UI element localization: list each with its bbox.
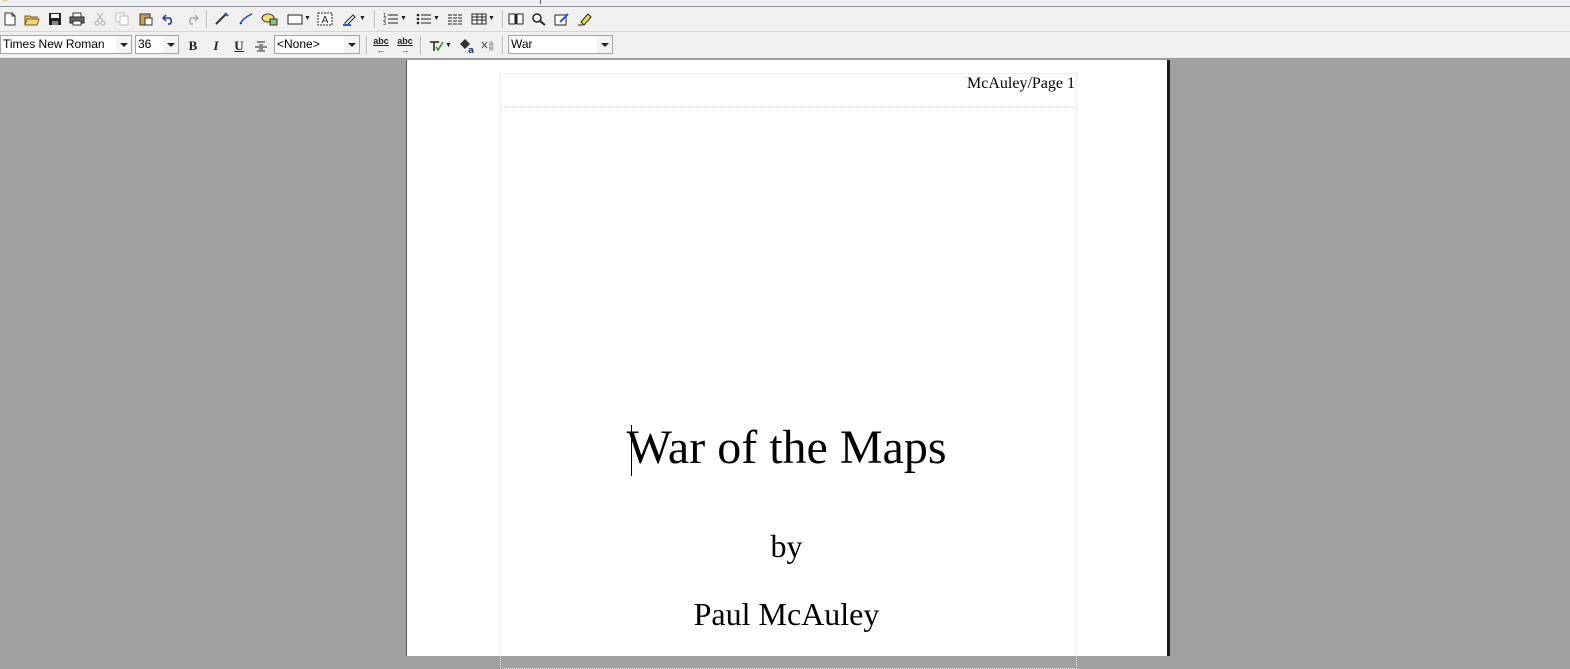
arrow-right-icon: → (400, 45, 410, 55)
title-bar-mark (540, 0, 541, 4)
open-folder-icon[interactable] (23, 9, 41, 29)
chevron-down-icon[interactable] (116, 36, 131, 53)
strikethrough-icon[interactable] (252, 36, 270, 56)
cut-icon[interactable] (92, 9, 108, 29)
font-size-select[interactable]: 36 (135, 35, 179, 54)
arrow-left-icon: ← (376, 45, 386, 55)
svg-text:a: a (468, 46, 474, 54)
page-header[interactable]: McAuley/Page 1 (900, 75, 1075, 93)
paste-icon[interactable] (137, 9, 154, 29)
toolbar-separator (502, 10, 504, 28)
chevron-down-icon[interactable] (163, 36, 178, 53)
chevron-down-icon[interactable] (344, 36, 359, 53)
spell-check-prev-button[interactable]: abc ← (371, 36, 391, 56)
text-box-icon[interactable]: A (316, 9, 334, 29)
text-cursor (631, 425, 632, 476)
columns-icon[interactable] (446, 9, 464, 29)
edit-icon[interactable] (553, 9, 571, 29)
copy-icon[interactable] (114, 9, 130, 29)
app-icon: ■ (2, 0, 18, 4)
undo-icon[interactable] (161, 9, 177, 29)
style-select[interactable]: <None> (274, 35, 360, 54)
spell-check-next-button[interactable]: abc → (395, 36, 415, 56)
draw-pen-icon[interactable] (237, 9, 255, 29)
special-char-icon[interactable] (479, 36, 497, 56)
new-document-icon[interactable] (2, 9, 18, 29)
bold-button[interactable]: B (184, 37, 202, 55)
table-icon[interactable]: ▼ (469, 9, 497, 29)
highlighter-icon[interactable] (576, 9, 594, 29)
toolbar-separator (374, 10, 376, 28)
font-size-value: 36 (138, 37, 152, 51)
book-icon[interactable] (507, 9, 525, 29)
save-icon[interactable] (46, 9, 63, 29)
standard-toolbar: ▼ A ▼ 1 2 3 ▼ ▼ ▼ (0, 7, 1570, 32)
formatting-toolbar: Times New Roman 36 B I U <None> abc ← ab… (0, 32, 1570, 59)
chevron-down-icon[interactable] (597, 36, 612, 53)
font-name-select[interactable]: Times New Roman (0, 35, 132, 54)
bulleted-list-icon[interactable]: ▼ (413, 9, 443, 29)
body-margin-guide (500, 107, 1077, 669)
spell-check-icon[interactable]: ▼ (426, 36, 454, 56)
highlight-pen-icon[interactable]: ▼ (339, 9, 369, 29)
toolbar-separator (502, 36, 504, 55)
font-name-value: Times New Roman (3, 37, 105, 51)
document-author[interactable]: Paul McAuley (406, 596, 1167, 633)
toolbar-separator (420, 36, 422, 55)
style-value: <None> (277, 37, 320, 51)
shapes-icon[interactable] (260, 9, 280, 29)
underline-button[interactable]: U (230, 37, 248, 55)
document-byline[interactable]: by (406, 528, 1167, 565)
page-edge-shadow (1167, 60, 1170, 656)
fill-icon[interactable]: a (456, 36, 476, 56)
zoom-icon[interactable] (530, 9, 548, 29)
svg-text:3: 3 (383, 21, 386, 26)
title-bar-strip: ■ (0, 0, 1570, 7)
toolbar-separator (206, 10, 208, 28)
print-icon[interactable] (68, 9, 86, 29)
svg-text:A: A (322, 15, 329, 26)
rectangle-icon[interactable]: ▼ (284, 9, 314, 29)
redo-icon[interactable] (184, 9, 200, 29)
numbered-list-icon[interactable]: 1 2 3 ▼ (380, 9, 410, 29)
hyperlink-icon[interactable] (213, 9, 231, 29)
document-title[interactable]: War of the Maps (406, 420, 1167, 475)
italic-button[interactable]: I (207, 37, 225, 55)
lookup-value: War (511, 37, 533, 51)
toolbar-separator (366, 36, 368, 55)
lookup-select[interactable]: War (508, 35, 613, 54)
